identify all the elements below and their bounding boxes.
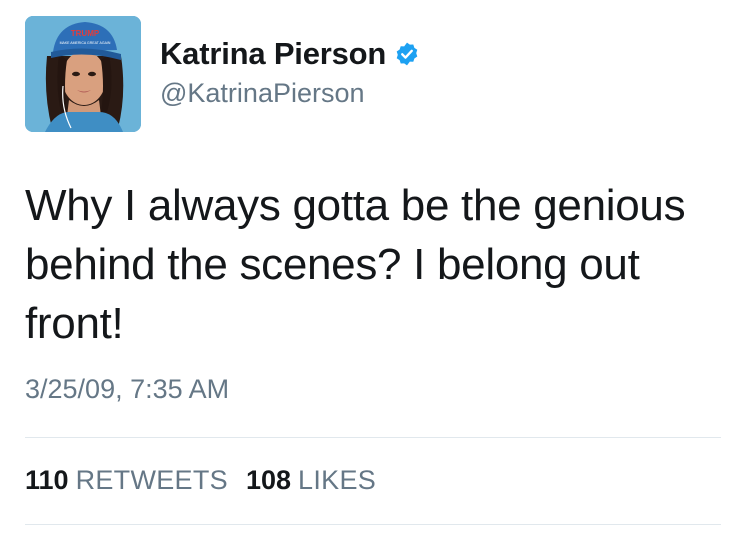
avatar[interactable]: TRUMP MAKE AMERICA GREAT AGAIN bbox=[25, 16, 141, 132]
tweet-text: Why I always gotta be the genious behind… bbox=[25, 181, 686, 348]
divider bbox=[25, 437, 721, 438]
author-handle[interactable]: @KatrinaPierson bbox=[160, 78, 365, 109]
retweets-stat[interactable]: 110 RETWEETS bbox=[25, 465, 228, 496]
tweet-timestamp[interactable]: 3/25/09, 7:35 AM bbox=[25, 374, 229, 405]
avatar-hat-text: TRUMP bbox=[71, 29, 100, 38]
verified-badge-icon bbox=[394, 41, 420, 67]
likes-stat[interactable]: 108 LIKES bbox=[246, 465, 376, 496]
likes-count: 108 bbox=[245, 465, 292, 495]
author-display-name[interactable]: Katrina Pierson bbox=[160, 36, 386, 72]
author-name-row[interactable]: Katrina Pierson bbox=[160, 36, 420, 72]
avatar-photo: TRUMP MAKE AMERICA GREAT AGAIN bbox=[25, 16, 141, 132]
retweets-label: RETWEETS bbox=[75, 465, 228, 495]
tweet-stats: 110 RETWEETS 108 LIKES bbox=[25, 465, 376, 496]
divider bbox=[25, 524, 721, 525]
likes-label: LIKES bbox=[298, 465, 377, 495]
retweets-count: 110 bbox=[25, 465, 69, 495]
avatar-hat-subtext: MAKE AMERICA GREAT AGAIN bbox=[60, 41, 111, 45]
